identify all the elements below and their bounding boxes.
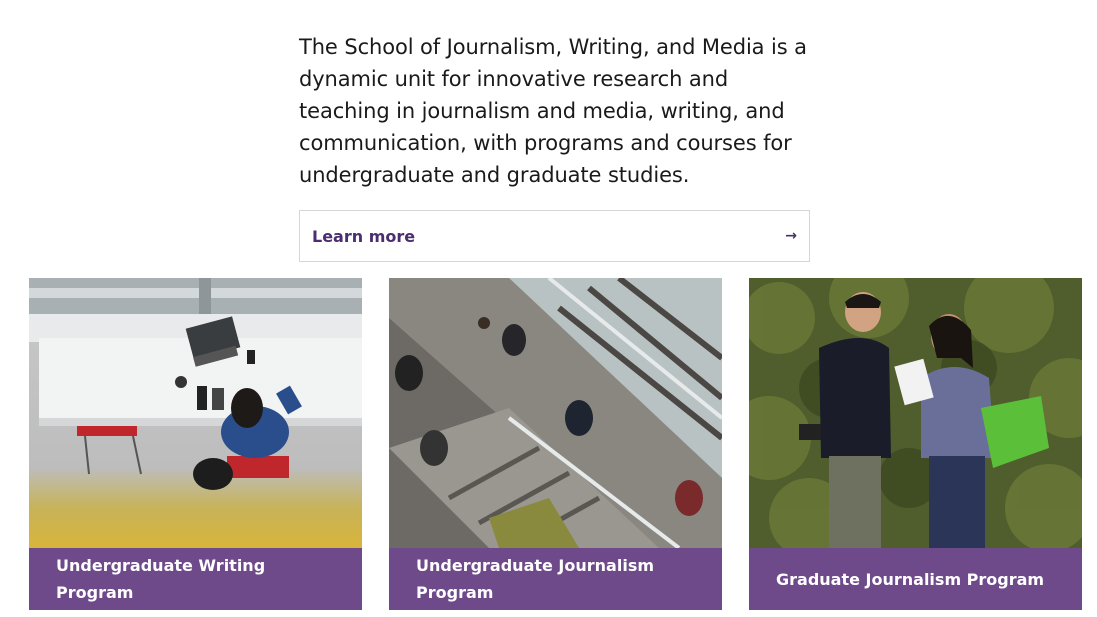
card-label: Undergraduate Journalism Program	[389, 548, 722, 610]
card-photo-two-students	[749, 278, 1082, 548]
intro-paragraph: The School of Journalism, Writing, and M…	[299, 35, 807, 187]
card-photo-student-desk	[29, 278, 362, 548]
card-photo-staircase	[389, 278, 722, 548]
learn-more-label: Learn more	[312, 226, 416, 246]
learn-more-link[interactable]: Learn more →	[299, 210, 810, 262]
card-label: Undergraduate Writing Program	[29, 548, 362, 610]
arrow-right-icon: →	[785, 228, 797, 244]
card-label: Graduate Journalism Program	[749, 548, 1082, 610]
card-undergraduate-journalism[interactable]: Undergraduate Journalism Program	[389, 278, 722, 610]
card-undergraduate-writing[interactable]: Undergraduate Writing Program	[29, 278, 362, 610]
card-graduate-journalism[interactable]: Graduate Journalism Program	[749, 278, 1082, 610]
